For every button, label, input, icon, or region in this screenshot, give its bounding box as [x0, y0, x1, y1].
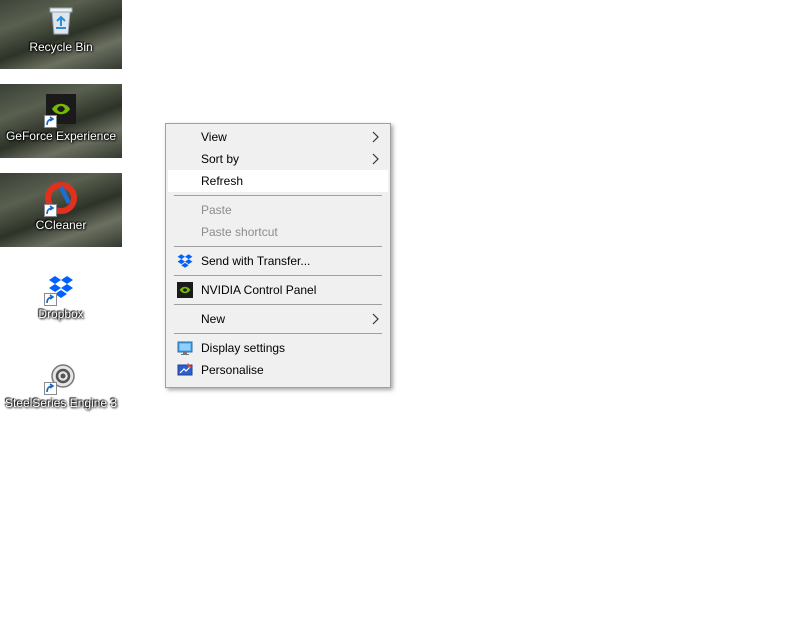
menu-item-label: Display settings	[201, 341, 286, 355]
menu-item-label: Paste	[201, 203, 232, 217]
menu-item-nvidia-control-panel[interactable]: NVIDIA Control Panel	[168, 279, 388, 301]
menu-item-label: Send with Transfer...	[201, 254, 311, 268]
recycle-bin-icon	[44, 3, 78, 37]
desktop-icon-dropbox[interactable]: Dropbox	[0, 262, 122, 336]
menu-item-paste[interactable]: Paste	[168, 199, 388, 221]
desktop-icon-recycle-bin[interactable]: Recycle Bin	[0, 0, 122, 69]
desktop-icon-label: CCleaner	[35, 218, 87, 232]
shortcut-arrow-icon	[44, 204, 57, 217]
dropbox-icon	[177, 254, 193, 268]
personalise-icon	[177, 363, 193, 376]
menu-separator	[174, 246, 382, 247]
menu-item-personalise[interactable]: Personalise	[168, 359, 388, 381]
desktop-context-menu: View Sort by Refresh Paste Paste shortcu…	[165, 123, 391, 388]
nvidia-icon	[44, 92, 78, 128]
shortcut-arrow-icon	[44, 382, 57, 395]
menu-item-send-with-transfer[interactable]: Send with Transfer...	[168, 250, 388, 272]
ccleaner-icon	[44, 181, 78, 217]
menu-item-label: Sort by	[201, 152, 240, 166]
dropbox-icon	[44, 270, 78, 306]
menu-item-view[interactable]: View	[168, 126, 388, 148]
menu-item-label: New	[201, 312, 226, 326]
display-icon	[177, 341, 193, 355]
chevron-right-icon	[372, 131, 379, 143]
desktop-icon-ccleaner[interactable]: CCleaner	[0, 173, 122, 247]
desktop-icon-label: GeForce Experience	[5, 129, 117, 143]
chevron-right-icon	[372, 313, 379, 325]
desktop-icon-label: Recycle Bin	[29, 40, 93, 54]
shortcut-arrow-icon	[44, 293, 57, 306]
menu-item-display-settings[interactable]: Display settings	[168, 337, 388, 359]
menu-item-paste-shortcut[interactable]: Paste shortcut	[168, 221, 388, 243]
desktop-icon-label: SteelSeries Engine 3	[4, 396, 118, 410]
menu-item-label: NVIDIA Control Panel	[201, 283, 317, 297]
menu-item-label: Refresh	[201, 174, 244, 188]
menu-separator	[174, 275, 382, 276]
nvidia-icon	[177, 282, 193, 298]
desktop-icon-steelseries-engine[interactable]: SteelSeries Engine 3	[0, 351, 122, 425]
menu-item-label: Personalise	[201, 363, 264, 377]
desktop-icon-geforce-experience[interactable]: GeForce Experience	[0, 84, 122, 158]
menu-item-refresh[interactable]: Refresh	[168, 170, 388, 192]
menu-item-label: Paste shortcut	[201, 225, 278, 239]
menu-item-new[interactable]: New	[168, 308, 388, 330]
shortcut-arrow-icon	[44, 115, 57, 128]
menu-item-sort-by[interactable]: Sort by	[168, 148, 388, 170]
steelseries-icon	[44, 359, 78, 395]
menu-item-label: View	[201, 130, 227, 144]
desktop-icon-label: Dropbox	[38, 307, 84, 321]
menu-separator	[174, 195, 382, 196]
menu-separator	[174, 333, 382, 334]
chevron-right-icon	[372, 153, 379, 165]
menu-separator	[174, 304, 382, 305]
